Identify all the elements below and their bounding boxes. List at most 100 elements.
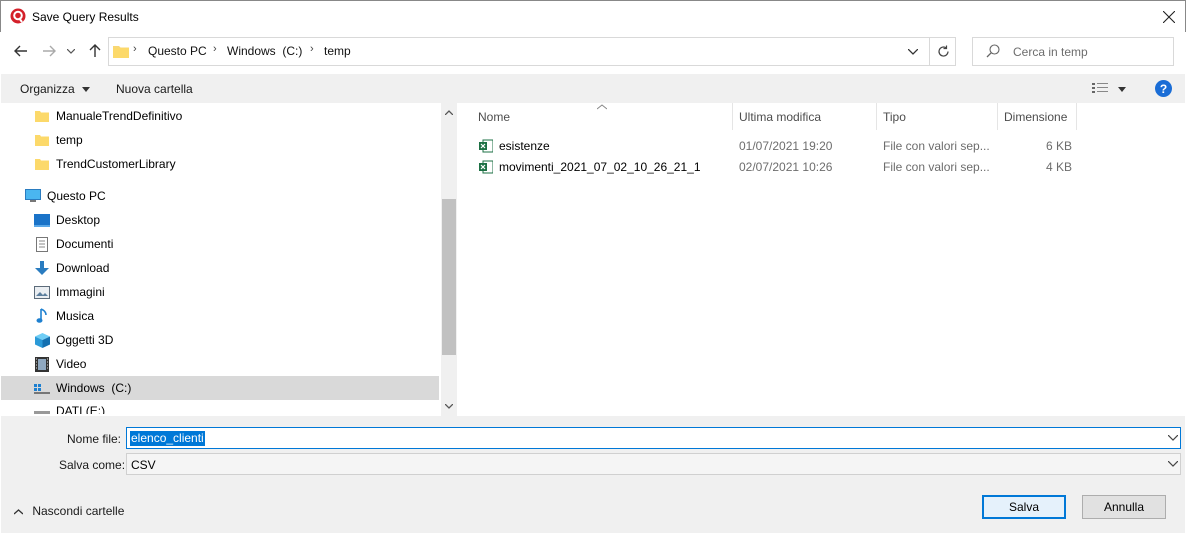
breadcrumb-windows-c[interactable]: Windows (C:) [227,44,302,58]
search-placeholder: Cerca in temp [1013,45,1088,59]
back-button[interactable] [10,40,32,62]
forward-button[interactable] [38,40,60,62]
tree-item-questo-pc[interactable]: Questo PC [1,184,439,208]
file-row[interactable]: esistenze 01/07/2021 19:20 File con valo… [477,136,1097,157]
tree-item-oggetti-3d[interactable]: Oggetti 3D [1,328,439,352]
column-divider[interactable] [997,103,998,130]
documents-icon [34,236,50,252]
caret-down-icon [82,87,91,93]
tree-item-windows-c[interactable]: Windows (C:) [1,376,439,400]
breadcrumb-separator-icon: › [213,43,217,55]
column-header-type[interactable]: Tipo [883,110,906,132]
column-divider[interactable] [732,103,733,130]
tree-item-trend-customer-library[interactable]: TrendCustomerLibrary [1,152,439,176]
tree-item-musica[interactable]: Musica [1,304,439,328]
close-icon [1163,11,1175,23]
tree-item-label: Video [56,357,87,371]
arrow-left-icon [14,45,27,57]
search-input[interactable]: Cerca in temp [972,37,1174,66]
filetype-label: Salva come: [59,458,126,472]
file-modified: 02/07/2021 10:26 [739,160,833,174]
tree-item-download[interactable]: Download [1,256,439,280]
tree-item-dati-e[interactable]: DATI (E:) [1,400,439,414]
file-row[interactable]: movimenti_2021_07_02_10_26_21_1 02/07/20… [477,157,1097,178]
address-bar[interactable]: › Questo PC › Windows (C:) › temp [108,37,956,66]
organize-button[interactable]: Organizza [20,82,91,96]
window-title: Save Query Results [32,10,139,24]
file-type: File con valori sep... [883,160,990,174]
tree-item-video[interactable]: Video [1,352,439,376]
tree-item-label: Desktop [56,213,101,227]
filetype-select[interactable]: CSV [126,453,1181,475]
tree-item-label: Download [56,261,110,275]
column-header-size[interactable]: Dimensione [1004,110,1067,132]
filename-label: Nome file: [67,432,122,446]
column-header-modified[interactable]: Ultima modifica [739,110,821,132]
excel-file-icon [479,160,493,174]
arrow-right-icon [43,45,56,57]
drive-icon [34,404,50,414]
column-divider[interactable] [1076,103,1077,130]
file-size: 4 KB [1046,160,1073,174]
drive-icon [34,380,50,396]
new-folder-button[interactable]: Nuova cartella [116,82,193,96]
scroll-down-icon [445,404,453,409]
breadcrumb-questo-pc[interactable]: Questo PC [148,44,207,58]
chevron-down-icon [1168,461,1178,467]
file-name: movimenti_2021_07_02_10_26_21_1 [499,160,701,174]
up-button[interactable] [84,40,106,62]
caret-down-icon [1118,87,1126,92]
tree-item-label: Oggetti 3D [56,333,114,347]
view-options-button[interactable] [1091,81,1131,97]
tree-item-desktop[interactable]: Desktop [1,208,439,232]
desktop-icon [34,212,50,228]
tree-item-label: DATI (E:) [56,404,106,414]
chevron-down-icon [67,48,75,54]
filename-field[interactable]: elenco_clienti [126,427,1181,449]
tree-item-immagini[interactable]: Immagini [1,280,439,304]
scrollbar-thumb[interactable] [442,199,456,355]
file-modified: 01/07/2021 19:20 [739,139,833,153]
column-divider[interactable] [876,103,877,130]
tree-item-label: Musica [56,309,95,323]
save-button[interactable]: Salva [982,495,1066,519]
tree-item-label: temp [56,133,83,147]
close-button[interactable] [1151,3,1186,31]
filetype-value: CSV [131,458,156,472]
tree-item-label: Immagini [56,285,105,299]
file-list-pane: Nome Ultima modifica Tipo Dimensione esi… [457,103,1185,416]
3d-objects-icon [34,332,50,348]
folder-icon [34,108,50,124]
hide-folders-button[interactable]: Nascondi cartelle [13,504,124,518]
tree-item-manuale-trend[interactable]: ManualeTrendDefinitivo [1,104,439,128]
organize-label: Organizza [20,82,75,96]
chevron-down-icon[interactable] [1168,435,1178,441]
download-icon [34,260,50,276]
file-size: 6 KB [1046,139,1073,153]
sort-ascending-icon [597,104,607,110]
column-header-name[interactable]: Nome [478,110,510,132]
recent-locations-button[interactable] [63,40,79,62]
tree-item-temp[interactable]: temp [1,128,439,152]
toolbar: Organizza Nuova cartella ? [1,74,1185,103]
folder-icon [34,132,50,148]
arrow-up-icon [89,44,101,57]
pictures-icon [34,284,50,300]
tree-item-documenti[interactable]: Documenti [1,232,439,256]
breadcrumb-separator-icon: › [310,43,314,55]
tree-item-label: Documenti [56,237,114,251]
excel-file-icon [479,139,493,153]
filename-value: elenco_clienti [130,431,205,446]
tree-item-label: Windows (C:) [56,381,132,395]
computer-icon [25,188,41,204]
refresh-button[interactable] [929,38,957,65]
tree-item-label: TrendCustomerLibrary [56,157,176,171]
address-dropdown-button[interactable] [903,42,923,62]
navigation-scrollbar[interactable] [441,103,457,416]
help-icon[interactable]: ? [1155,80,1172,97]
tree-list: ManualeTrendDefinitivo temp TrendCustome… [1,104,439,414]
folder-icon [113,44,129,58]
breadcrumb-temp[interactable]: temp [324,44,351,58]
video-icon [34,356,50,372]
cancel-button[interactable]: Annulla [1082,495,1166,519]
